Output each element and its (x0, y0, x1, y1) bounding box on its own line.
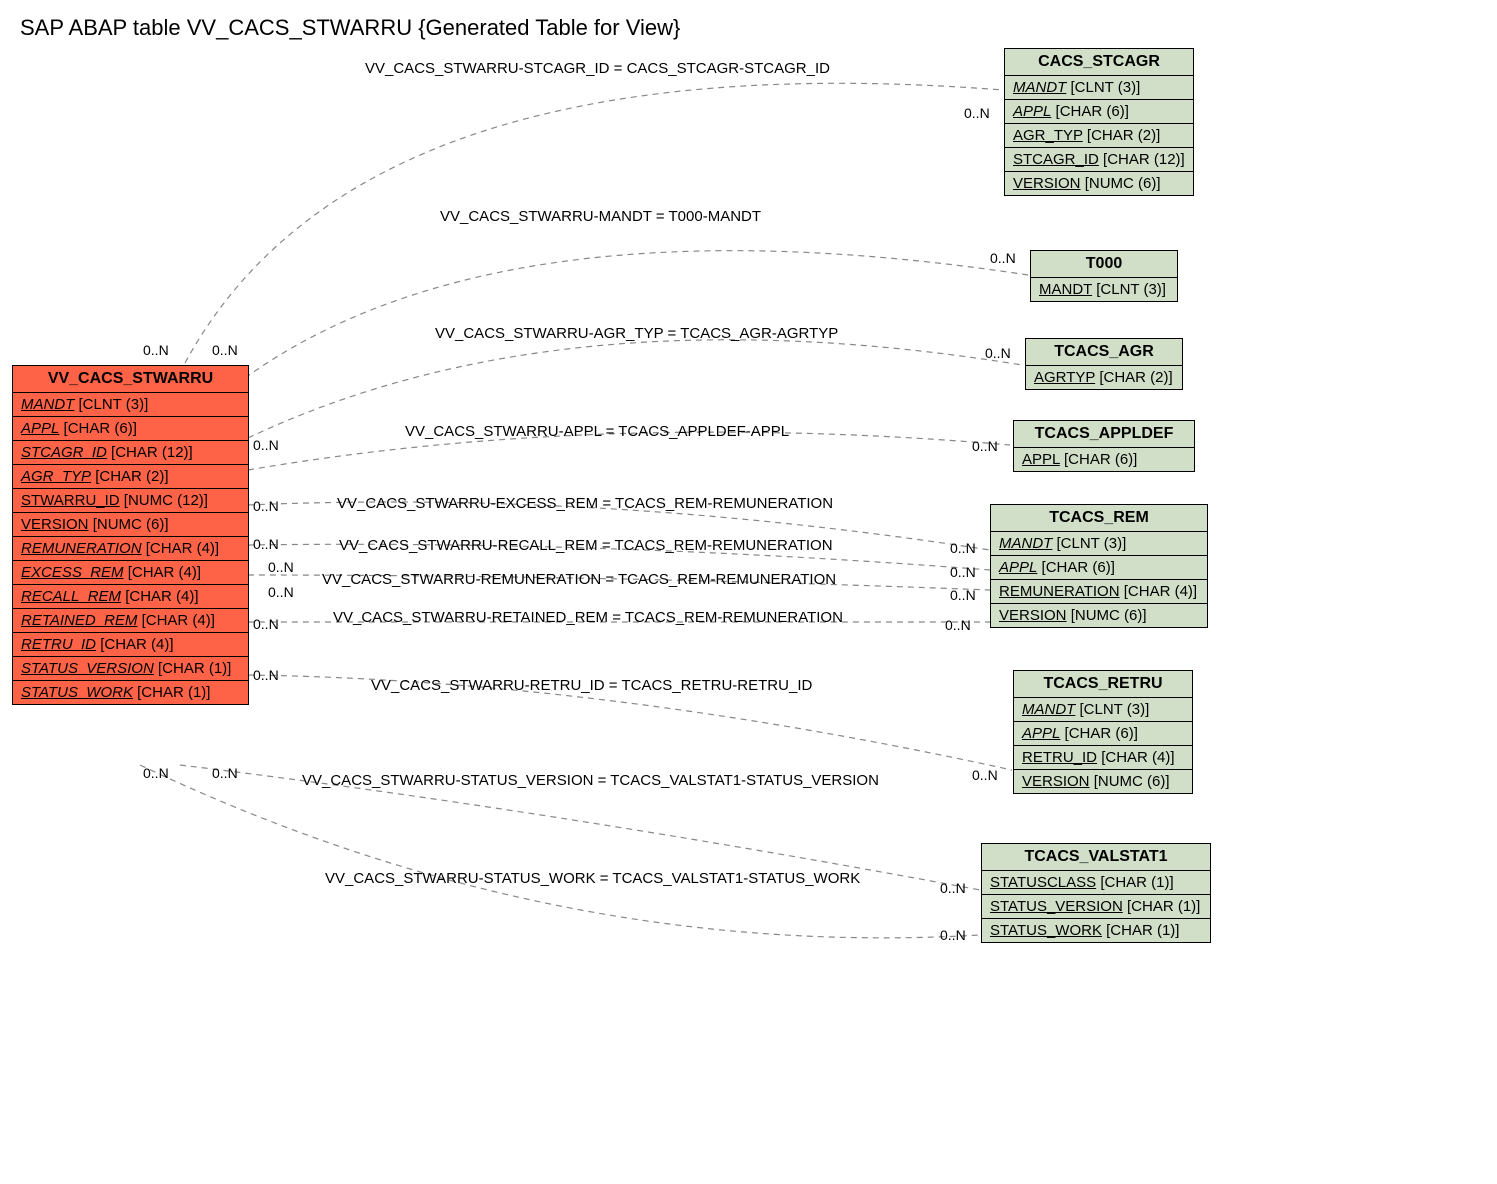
entity-header: TCACS_AGR (1026, 339, 1182, 366)
relation-label: VV_CACS_STWARRU-RETAINED_REM = TCACS_REM… (333, 609, 843, 626)
cardinality-label: 0..N (945, 617, 971, 633)
cardinality-label: 0..N (253, 536, 279, 552)
field-row: APPL [CHAR (6)] (1014, 722, 1192, 746)
entity-t000: T000 MANDT [CLNT (3)] (1030, 250, 1178, 302)
cardinality-label: 0..N (972, 438, 998, 454)
cardinality-label: 0..N (253, 437, 279, 453)
entity-header: TCACS_RETRU (1014, 671, 1192, 698)
relation-label: VV_CACS_STWARRU-RETRU_ID = TCACS_RETRU-R… (371, 677, 812, 694)
cardinality-label: 0..N (143, 342, 169, 358)
relation-label: VV_CACS_STWARRU-EXCESS_REM = TCACS_REM-R… (337, 495, 833, 512)
field-row: APPL [CHAR (6)] (1005, 100, 1193, 124)
field-row: MANDT [CLNT (3)] (1014, 698, 1192, 722)
cardinality-label: 0..N (253, 616, 279, 632)
entity-tcacs-appldef: TCACS_APPLDEF APPL [CHAR (6)] (1013, 420, 1195, 472)
field-row: VERSION [NUMC (6)] (1014, 770, 1192, 793)
cardinality-label: 0..N (990, 250, 1016, 266)
cardinality-label: 0..N (253, 498, 279, 514)
entity-header: TCACS_APPLDEF (1014, 421, 1194, 448)
entity-vv-cacs-stwarru: VV_CACS_STWARRU MANDT [CLNT (3)] APPL [C… (12, 365, 249, 705)
relation-label: VV_CACS_STWARRU-REMUNERATION = TCACS_REM… (322, 571, 836, 588)
field-row: STATUS_VERSION [CHAR (1)] (982, 895, 1210, 919)
cardinality-label: 0..N (950, 540, 976, 556)
field-row: STATUSCLASS [CHAR (1)] (982, 871, 1210, 895)
field-row: VERSION [NUMC (6)] (1005, 172, 1193, 195)
entity-header: TCACS_VALSTAT1 (982, 844, 1210, 871)
entity-header: TCACS_REM (991, 505, 1207, 532)
entity-tcacs-valstat1: TCACS_VALSTAT1 STATUSCLASS [CHAR (1)] ST… (981, 843, 1211, 943)
field-row: RECALL_REM [CHAR (4)] (13, 585, 248, 609)
field-row: RETRU_ID [CHAR (4)] (1014, 746, 1192, 770)
cardinality-label: 0..N (212, 765, 238, 781)
entity-tcacs-agr: TCACS_AGR AGRTYP [CHAR (2)] (1025, 338, 1183, 390)
entity-header: T000 (1031, 251, 1177, 278)
cardinality-label: 0..N (940, 927, 966, 943)
field-row: STATUS_WORK [CHAR (1)] (982, 919, 1210, 942)
cardinality-label: 0..N (940, 880, 966, 896)
field-row: VERSION [NUMC (6)] (991, 604, 1207, 627)
relation-label: VV_CACS_STWARRU-STCAGR_ID = CACS_STCAGR-… (365, 60, 830, 77)
field-row: MANDT [CLNT (3)] (1005, 76, 1193, 100)
field-row: AGRTYP [CHAR (2)] (1026, 366, 1182, 389)
entity-cacs-stcagr: CACS_STCAGR MANDT [CLNT (3)] APPL [CHAR … (1004, 48, 1194, 196)
relation-label: VV_CACS_STWARRU-STATUS_WORK = TCACS_VALS… (325, 870, 860, 887)
cardinality-label: 0..N (143, 765, 169, 781)
field-row: STCAGR_ID [CHAR (12)] (13, 441, 248, 465)
field-row: STCAGR_ID [CHAR (12)] (1005, 148, 1193, 172)
cardinality-label: 0..N (268, 584, 294, 600)
relation-label: VV_CACS_STWARRU-RECALL_REM = TCACS_REM-R… (339, 537, 833, 554)
entity-header: CACS_STCAGR (1005, 49, 1193, 76)
entity-header: VV_CACS_STWARRU (13, 366, 248, 393)
field-row: REMUNERATION [CHAR (4)] (13, 537, 248, 561)
field-row: VERSION [NUMC (6)] (13, 513, 248, 537)
field-row: APPL [CHAR (6)] (13, 417, 248, 441)
cardinality-label: 0..N (972, 767, 998, 783)
relation-label: VV_CACS_STWARRU-AGR_TYP = TCACS_AGR-AGRT… (435, 325, 838, 342)
field-row: MANDT [CLNT (3)] (991, 532, 1207, 556)
field-row: REMUNERATION [CHAR (4)] (991, 580, 1207, 604)
entity-tcacs-rem: TCACS_REM MANDT [CLNT (3)] APPL [CHAR (6… (990, 504, 1208, 628)
cardinality-label: 0..N (268, 559, 294, 575)
cardinality-label: 0..N (964, 105, 990, 121)
page-title: SAP ABAP table VV_CACS_STWARRU {Generate… (20, 15, 1487, 41)
field-row: EXCESS_REM [CHAR (4)] (13, 561, 248, 585)
cardinality-label: 0..N (950, 564, 976, 580)
field-row: APPL [CHAR (6)] (1014, 448, 1194, 471)
cardinality-label: 0..N (985, 345, 1011, 361)
field-row: RETRU_ID [CHAR (4)] (13, 633, 248, 657)
relation-label: VV_CACS_STWARRU-STATUS_VERSION = TCACS_V… (302, 772, 879, 789)
field-row: RETAINED_REM [CHAR (4)] (13, 609, 248, 633)
field-row: APPL [CHAR (6)] (991, 556, 1207, 580)
field-row: MANDT [CLNT (3)] (13, 393, 248, 417)
cardinality-label: 0..N (253, 667, 279, 683)
field-row: AGR_TYP [CHAR (2)] (13, 465, 248, 489)
field-row: STWARRU_ID [NUMC (12)] (13, 489, 248, 513)
field-row: AGR_TYP [CHAR (2)] (1005, 124, 1193, 148)
field-row: STATUS_WORK [CHAR (1)] (13, 681, 248, 704)
cardinality-label: 0..N (212, 342, 238, 358)
relation-label: VV_CACS_STWARRU-MANDT = T000-MANDT (440, 208, 761, 225)
relation-label: VV_CACS_STWARRU-APPL = TCACS_APPLDEF-APP… (405, 423, 789, 440)
entity-tcacs-retru: TCACS_RETRU MANDT [CLNT (3)] APPL [CHAR … (1013, 670, 1193, 794)
field-row: MANDT [CLNT (3)] (1031, 278, 1177, 301)
cardinality-label: 0..N (950, 587, 976, 603)
field-row: STATUS_VERSION [CHAR (1)] (13, 657, 248, 681)
